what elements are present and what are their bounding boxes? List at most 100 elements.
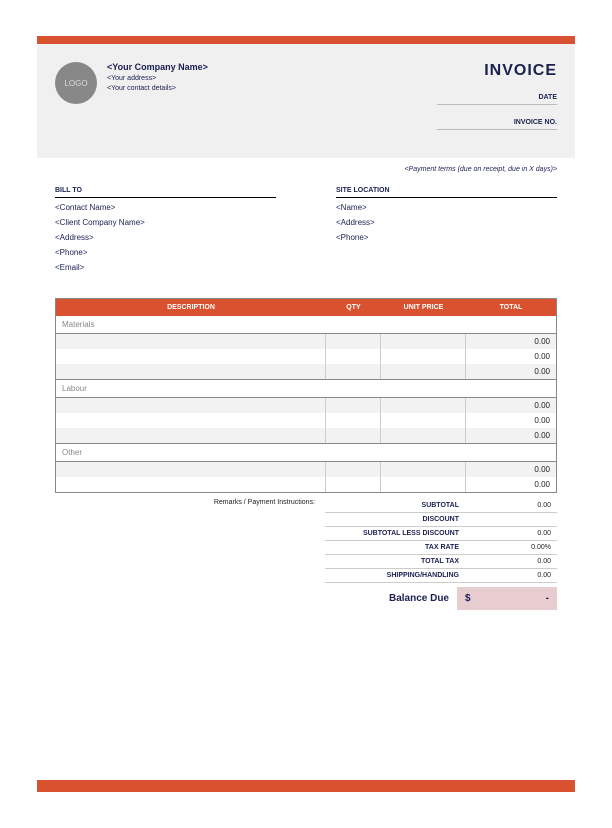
cell-qty[interactable] [326, 462, 381, 477]
cell-price[interactable] [381, 334, 466, 349]
th-total: TOTAL [466, 299, 556, 316]
bill-to-contact: <Contact Name> [55, 203, 276, 212]
table-row: 0.00 [56, 462, 556, 477]
cell-description[interactable] [56, 349, 326, 364]
company-block: <Your Company Name> <Your address> <Your… [107, 62, 437, 130]
cell-price[interactable] [381, 413, 466, 428]
cell-description[interactable] [56, 334, 326, 349]
cell-qty[interactable] [326, 364, 381, 379]
th-description: DESCRIPTION [56, 299, 326, 316]
invoice-no-label: INVOICE NO. [437, 119, 557, 130]
bill-to-phone: <Phone> [55, 248, 276, 257]
header: LOGO <Your Company Name> <Your address> … [37, 44, 575, 158]
section-label: Labour [56, 379, 556, 398]
info-section: BILL TO <Contact Name> <Client Company N… [55, 187, 557, 278]
cell-price[interactable] [381, 428, 466, 443]
cell-total: 0.00 [466, 413, 556, 428]
total-row: SUBTOTAL LESS DISCOUNT0.00 [325, 527, 557, 541]
payment-terms: <Payment terms (due on receipt, due in X… [37, 166, 557, 173]
bottom-section: Remarks / Payment Instructions: SUBTOTAL… [55, 499, 557, 610]
total-value [467, 513, 557, 526]
bill-to-col: BILL TO <Contact Name> <Client Company N… [55, 187, 276, 278]
section-label: Materials [56, 316, 556, 334]
logo-placeholder: LOGO [55, 62, 97, 104]
site-address: <Address> [336, 218, 557, 227]
bill-to-company: <Client Company Name> [55, 218, 276, 227]
cell-qty[interactable] [326, 477, 381, 492]
section-label: Other [56, 443, 556, 462]
total-value: 0.00 [467, 555, 557, 568]
bill-to-email: <Email> [55, 263, 276, 272]
total-label: DISCOUNT [325, 513, 467, 526]
cell-total: 0.00 [466, 477, 556, 492]
cell-price[interactable] [381, 462, 466, 477]
cell-price[interactable] [381, 477, 466, 492]
site-header: SITE LOCATION [336, 187, 557, 198]
cell-qty[interactable] [326, 349, 381, 364]
th-qty: QTY [326, 299, 381, 316]
cell-qty[interactable] [326, 428, 381, 443]
cell-description[interactable] [56, 428, 326, 443]
date-label: DATE [437, 94, 557, 105]
cell-total: 0.00 [466, 334, 556, 349]
total-value: 0.00 [467, 499, 557, 512]
total-label: TOTAL TAX [325, 555, 467, 568]
total-label: TAX RATE [325, 541, 467, 554]
cell-price[interactable] [381, 398, 466, 413]
balance-value: - [546, 593, 549, 604]
top-bar [37, 36, 575, 44]
balance-currency: $ [465, 593, 471, 604]
cell-description[interactable] [56, 413, 326, 428]
totals-block: SUBTOTAL0.00DISCOUNTSUBTOTAL LESS DISCOU… [325, 499, 557, 610]
cell-description[interactable] [56, 477, 326, 492]
bill-to-header: BILL TO [55, 187, 276, 198]
company-name: <Your Company Name> [107, 62, 437, 72]
balance-label: Balance Due [325, 593, 457, 604]
bottom-bar [37, 780, 575, 792]
table-body: Materials0.000.000.00Labour0.000.000.00O… [56, 316, 556, 492]
cell-qty[interactable] [326, 413, 381, 428]
remarks-label: Remarks / Payment Instructions: [55, 499, 325, 610]
total-label: SHIPPING/HANDLING [325, 569, 467, 582]
th-unit-price: UNIT PRICE [381, 299, 466, 316]
total-value: 0.00 [467, 527, 557, 540]
table-row: 0.00 [56, 428, 556, 443]
cell-description[interactable] [56, 398, 326, 413]
table-row: 0.00 [56, 477, 556, 492]
total-row: SHIPPING/HANDLING0.00 [325, 569, 557, 583]
table-header: DESCRIPTION QTY UNIT PRICE TOTAL [56, 299, 556, 316]
cell-description[interactable] [56, 364, 326, 379]
cell-total: 0.00 [466, 462, 556, 477]
cell-total: 0.00 [466, 398, 556, 413]
cell-description[interactable] [56, 462, 326, 477]
total-row: TAX RATE0.00% [325, 541, 557, 555]
table-row: 0.00 [56, 334, 556, 349]
cell-total: 0.00 [466, 364, 556, 379]
balance-box: $ - [457, 587, 557, 610]
balance-row: Balance Due $ - [325, 587, 557, 610]
total-row: TOTAL TAX0.00 [325, 555, 557, 569]
site-name: <Name> [336, 203, 557, 212]
cell-total: 0.00 [466, 349, 556, 364]
total-label: SUBTOTAL [325, 499, 467, 512]
table-row: 0.00 [56, 349, 556, 364]
bill-to-address: <Address> [55, 233, 276, 242]
table-row: 0.00 [56, 413, 556, 428]
cell-qty[interactable] [326, 334, 381, 349]
cell-price[interactable] [381, 349, 466, 364]
line-items-table: DESCRIPTION QTY UNIT PRICE TOTAL Materia… [55, 298, 557, 493]
table-row: 0.00 [56, 398, 556, 413]
invoice-title: INVOICE [437, 62, 557, 80]
cell-qty[interactable] [326, 398, 381, 413]
total-row: SUBTOTAL0.00 [325, 499, 557, 513]
table-row: 0.00 [56, 364, 556, 379]
total-value: 0.00 [467, 569, 557, 582]
total-value: 0.00% [467, 541, 557, 554]
company-address: <Your address> [107, 75, 437, 82]
cell-total: 0.00 [466, 428, 556, 443]
site-phone: <Phone> [336, 233, 557, 242]
cell-price[interactable] [381, 364, 466, 379]
invoice-meta: INVOICE DATE INVOICE NO. [437, 62, 557, 130]
company-contact: <Your contact details> [107, 85, 437, 92]
total-label: SUBTOTAL LESS DISCOUNT [325, 527, 467, 540]
